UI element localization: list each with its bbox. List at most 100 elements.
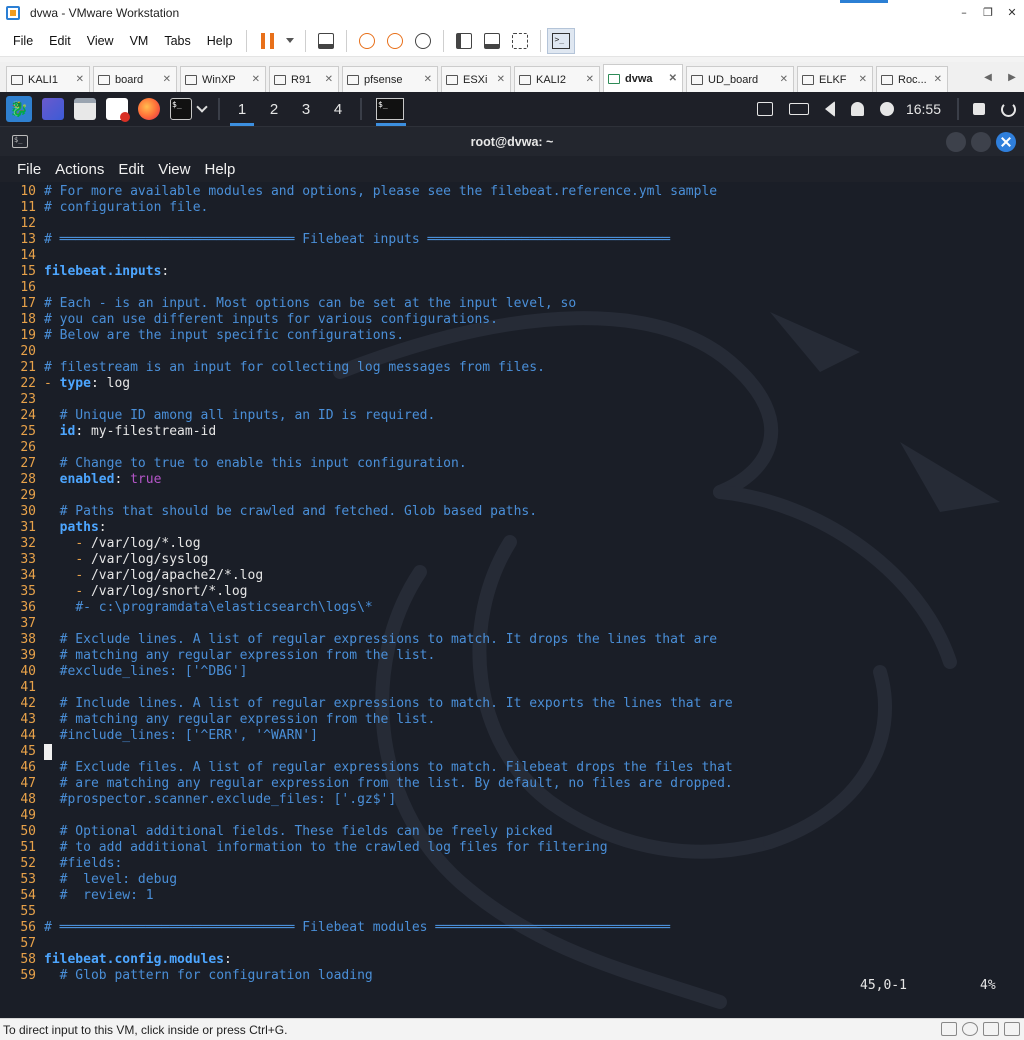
workspace-1[interactable]: 1	[226, 92, 258, 126]
revert-snapshot-button[interactable]	[381, 28, 409, 54]
comment: # ══════════════════════════════ Filebea…	[44, 232, 671, 247]
taskbar-terminal-item[interactable]: $_	[368, 92, 410, 126]
menu-edit[interactable]: Edit	[41, 34, 79, 48]
code-line: 22- type: log	[0, 376, 1018, 392]
tab-scroll-right-icon[interactable]: ▶	[1008, 72, 1016, 83]
code-line: 35 - /var/log/snort/*.log	[0, 584, 1018, 600]
menu-tabs[interactable]: Tabs	[156, 34, 198, 48]
clock[interactable]: 16:55	[906, 101, 941, 117]
menu-help[interactable]: Help	[199, 34, 241, 48]
terminal-minimize-button[interactable]	[946, 132, 966, 152]
terminal-body[interactable]: 10 # For more available modules and optio…	[0, 182, 1024, 1018]
show-thumbnail-bar-button[interactable]	[478, 28, 506, 54]
vm-tab-dvwa[interactable]: dvwa ✕	[603, 64, 683, 92]
code-line: 17 # Each - is an input. Most options can…	[0, 296, 1018, 312]
firefox-icon[interactable]	[138, 98, 160, 120]
suspend-button[interactable]	[253, 28, 281, 54]
close-icon[interactable]: ✕	[934, 74, 942, 85]
vm-tab-kali2[interactable]: KALI2 ✕	[514, 66, 600, 92]
code-line: 47 # are matching any regular expression…	[0, 776, 1018, 792]
power-manager-icon[interactable]	[879, 102, 894, 116]
vm-tab-label: ELKF	[819, 73, 847, 86]
close-button[interactable]: ✕	[1000, 0, 1024, 25]
terminal-titlebar[interactable]: $_ root@dvwa: ~	[0, 126, 1024, 156]
vm-tab-ud-board[interactable]: UD_board ✕	[686, 66, 794, 92]
send-ctrl-alt-del-button[interactable]	[312, 28, 340, 54]
vm-tab-pfsense[interactable]: pfsense ✕	[342, 66, 438, 92]
keyboard-icon[interactable]	[788, 103, 809, 115]
code-line: 32 - /var/log/*.log	[0, 536, 1018, 552]
line-number: 19	[20, 328, 36, 343]
vm-tab-board[interactable]: board ✕	[93, 66, 177, 92]
menu-file[interactable]: File	[5, 34, 41, 48]
kali-menu-button[interactable]: 🐉	[6, 96, 32, 122]
volume-icon[interactable]	[824, 101, 835, 117]
take-snapshot-button[interactable]	[353, 28, 381, 54]
terminal-menu-view[interactable]: View	[151, 161, 197, 178]
terminal-menu-edit[interactable]: Edit	[111, 161, 151, 178]
menu-view[interactable]: View	[79, 34, 122, 48]
vim-buffer[interactable]: 10 # For more available modules and optio…	[0, 184, 1018, 984]
power-dropdown-button[interactable]	[281, 28, 299, 54]
close-icon[interactable]: ✕	[76, 74, 84, 85]
code-line: 37	[0, 616, 1018, 632]
terminal-menu-file[interactable]: File	[10, 161, 48, 178]
lock-screen-icon[interactable]	[973, 103, 985, 115]
menu-vm[interactable]: VM	[122, 34, 157, 48]
terminal-launcher-icon[interactable]: $_	[170, 98, 192, 120]
vm-tab-esxi[interactable]: ESXi ✕	[441, 66, 511, 92]
revert-icon	[387, 32, 404, 49]
display-icon[interactable]	[756, 102, 773, 116]
code-line: 41	[0, 680, 1018, 696]
logout-icon[interactable]	[1001, 101, 1016, 117]
full-screen-button[interactable]	[506, 28, 534, 54]
comment: # Exclude files. A list of regular expre…	[59, 760, 733, 775]
workspace-3[interactable]: 3	[290, 92, 322, 126]
cd-drive-icon[interactable]	[962, 1022, 978, 1036]
show-library-button[interactable]	[450, 28, 478, 54]
comment: # Include lines. A list of regular expre…	[59, 696, 733, 711]
line-number: 42	[20, 696, 36, 711]
close-icon[interactable]: ✕	[325, 74, 333, 85]
close-icon[interactable]: ✕	[424, 74, 432, 85]
close-icon[interactable]: ✕	[780, 74, 788, 85]
vm-guest-display[interactable]: 🐉 $_ 1 2 3 4 $_ 16:55 $_ root@dvwa: ~ Fi…	[0, 92, 1024, 1018]
toolbar-separator	[346, 29, 348, 52]
chevron-down-icon[interactable]	[196, 101, 208, 113]
terminal-maximize-button[interactable]	[971, 132, 991, 152]
vm-tab-kali1[interactable]: KALI1 ✕	[6, 66, 90, 92]
terminal-menu-actions[interactable]: Actions	[48, 161, 111, 178]
vm-tab-r91[interactable]: R91 ✕	[269, 66, 339, 92]
tab-scroll-left-icon[interactable]: ◀	[984, 72, 992, 83]
vm-tab-elkf[interactable]: ELKF ✕	[797, 66, 873, 92]
vim-scroll-percent: 4%	[980, 978, 996, 993]
close-icon[interactable]: ✕	[163, 74, 171, 85]
yaml-key: type	[59, 376, 91, 391]
close-icon[interactable]: ✕	[586, 74, 594, 85]
vm-tab-winxp[interactable]: WinXP ✕	[180, 66, 266, 92]
notifications-icon[interactable]	[850, 102, 864, 116]
line-number: 46	[20, 760, 36, 775]
workspace-4[interactable]: 4	[322, 92, 354, 126]
close-icon[interactable]: ✕	[252, 74, 260, 85]
show-desktop-icon[interactable]	[42, 98, 64, 120]
snapshot-manager-button[interactable]	[409, 28, 437, 54]
message-log-icon[interactable]	[1004, 1022, 1020, 1036]
vm-tab-label: WinXP	[202, 73, 236, 86]
close-icon[interactable]: ✕	[669, 73, 677, 84]
text-editor-icon[interactable]	[106, 98, 130, 122]
close-icon[interactable]: ✕	[859, 74, 867, 85]
file-manager-icon[interactable]	[74, 98, 96, 120]
vm-tab-roc[interactable]: Roc... ✕	[876, 66, 948, 92]
restore-button[interactable]: ❐	[976, 0, 1000, 25]
hard-disk-icon[interactable]	[941, 1022, 957, 1036]
terminal-menu-help[interactable]: Help	[197, 161, 242, 178]
minimize-button[interactable]: –	[952, 0, 976, 25]
close-icon[interactable]: ✕	[497, 74, 505, 85]
terminal-close-button[interactable]	[996, 132, 1016, 152]
console-view-button[interactable]: >_	[547, 27, 576, 54]
workspace-2[interactable]: 2	[258, 92, 290, 126]
network-adapter-icon[interactable]	[983, 1022, 999, 1036]
